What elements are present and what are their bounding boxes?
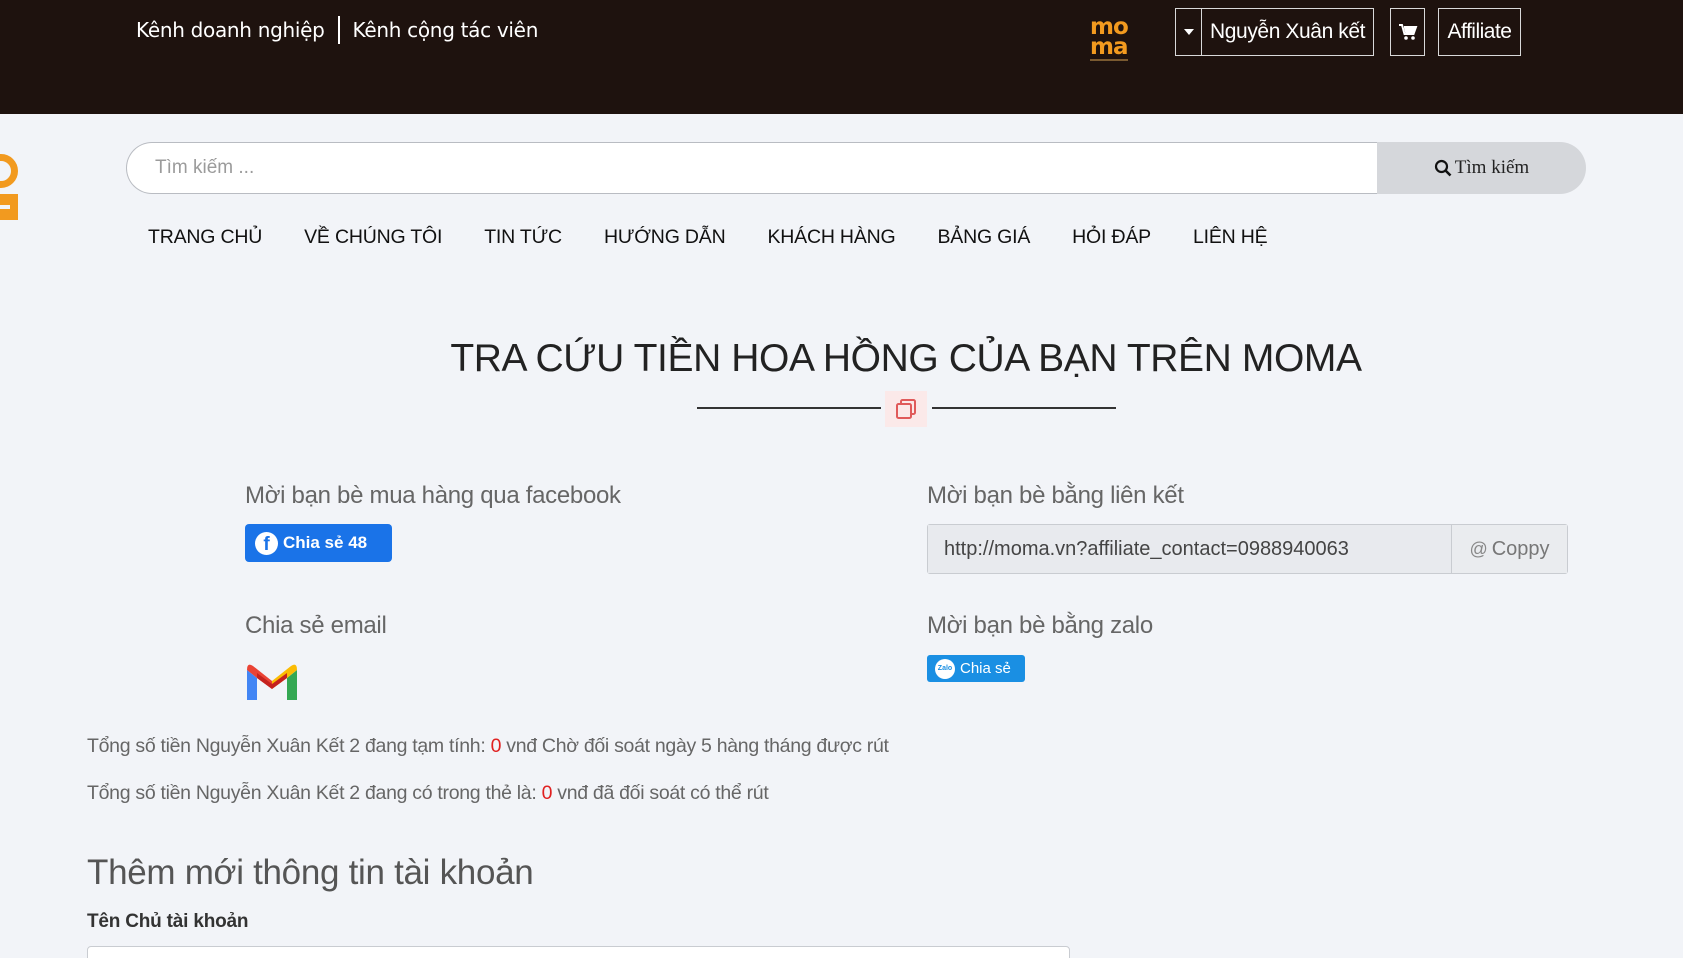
caret-down-icon bbox=[1183, 29, 1194, 35]
facebook-icon: f bbox=[255, 531, 278, 555]
available-amount: 0 bbox=[541, 782, 553, 804]
facebook-invite-label: Mời bạn bè mua hàng qua facebook bbox=[245, 482, 621, 509]
nav-item-customers[interactable]: KHÁCH HÀNG bbox=[767, 225, 895, 249]
nav-item-contact[interactable]: LIÊN HỆ bbox=[1193, 225, 1268, 249]
nav-item-home[interactable]: TRANG CHỦ bbox=[148, 225, 262, 249]
account-owner-label: Tên Chủ tài khoản bbox=[87, 911, 249, 932]
channel-links: Kênh doanh nghiệp Kênh cộng tác viên bbox=[136, 16, 538, 44]
nav-item-faq[interactable]: HỎI ĐÁP bbox=[1072, 225, 1151, 249]
zalo-icon: Zalo bbox=[935, 658, 955, 679]
page-title: TRA CỨU TIỀN HOA HỒNG CỦA BẠN TRÊN MOMA bbox=[450, 337, 1362, 380]
collaborator-channel-link[interactable]: Kênh cộng tác viên bbox=[353, 18, 539, 42]
main-nav: TRANG CHỦ VỀ CHÚNG TÔI TIN TỨC HƯỚNG DẪN… bbox=[148, 225, 1309, 249]
available-prefix: Tổng số tiền Nguyễn Xuân Kết 2 đang có t… bbox=[87, 782, 537, 804]
zalo-share-label: Chia sẻ bbox=[960, 660, 1011, 677]
title-divider-ornament bbox=[885, 391, 927, 427]
zalo-share-button[interactable]: Zalo Chia sẻ bbox=[927, 655, 1025, 682]
pending-commission-line: Tổng số tiền Nguyễn Xuân Kết 2 đang tạm … bbox=[87, 735, 889, 758]
cart-button[interactable] bbox=[1390, 8, 1425, 56]
user-menu[interactable]: Nguyễn Xuân kết bbox=[1175, 8, 1375, 56]
gmail-share-button[interactable] bbox=[245, 662, 299, 702]
channel-separator bbox=[337, 16, 340, 44]
affiliate-link-group: @ Coppy bbox=[927, 524, 1568, 574]
affiliate-link-field[interactable] bbox=[928, 525, 1452, 573]
pending-suffix: vnđ Chờ đối soát ngày 5 hàng tháng được … bbox=[506, 735, 889, 757]
link-invite-label: Mời bạn bè bằng liên kết bbox=[927, 482, 1184, 509]
top-bar: Kênh doanh nghiệp Kênh cộng tác viên mo … bbox=[0, 0, 1683, 114]
title-divider-right bbox=[932, 407, 1116, 409]
cart-icon bbox=[1398, 24, 1417, 40]
gmail-icon bbox=[247, 664, 297, 700]
search-input[interactable] bbox=[126, 142, 1378, 194]
business-channel-link[interactable]: Kênh doanh nghiệp bbox=[136, 18, 325, 42]
user-name-button[interactable]: Nguyễn Xuân kết bbox=[1202, 9, 1373, 55]
email-share-label: Chia sẻ email bbox=[245, 612, 387, 639]
account-owner-input[interactable] bbox=[87, 946, 1070, 958]
title-divider-left bbox=[697, 407, 881, 409]
available-suffix: vnđ đã đối soát có thể rút bbox=[557, 782, 769, 804]
pending-amount: 0 bbox=[490, 735, 502, 757]
search-bar: Tìm kiếm bbox=[126, 142, 1586, 194]
nav-item-guide[interactable]: HƯỚNG DẪN bbox=[604, 225, 726, 249]
search-button[interactable]: Tìm kiếm bbox=[1377, 142, 1586, 194]
search-icon bbox=[1434, 159, 1452, 177]
zalo-invite-label: Mời bạn bè bằng zalo bbox=[927, 612, 1153, 639]
user-dropdown-toggle[interactable] bbox=[1176, 9, 1202, 55]
logo-text-ma: ma bbox=[1090, 34, 1129, 60]
copy-link-button[interactable]: @ Coppy bbox=[1452, 525, 1567, 573]
affiliate-button[interactable]: Affiliate bbox=[1438, 8, 1521, 56]
search-button-label: Tìm kiếm bbox=[1454, 157, 1530, 178]
facebook-share-button[interactable]: f Chia sẻ 48 bbox=[245, 524, 392, 562]
facebook-share-label: Chia sẻ 48 bbox=[283, 533, 368, 552]
nav-item-pricing[interactable]: BẢNG GIÁ bbox=[937, 225, 1030, 249]
at-icon: @ bbox=[1469, 538, 1488, 559]
available-commission-line: Tổng số tiền Nguyễn Xuân Kết 2 đang có t… bbox=[87, 782, 769, 805]
moma-logo[interactable]: mo ma bbox=[1090, 16, 1134, 61]
logo-bar-shape bbox=[0, 194, 18, 220]
side-logo-fragment bbox=[0, 150, 20, 240]
nav-item-news[interactable]: TIN TỨC bbox=[484, 225, 562, 249]
pending-prefix: Tổng số tiền Nguyễn Xuân Kết 2 đang tạm … bbox=[87, 735, 486, 757]
logo-ring-shape bbox=[0, 154, 18, 188]
nav-item-about[interactable]: VỀ CHÚNG TÔI bbox=[304, 225, 442, 249]
copy-squares-icon bbox=[896, 399, 916, 419]
copy-button-label: Coppy bbox=[1491, 537, 1550, 560]
add-account-title: Thêm mới thông tin tài khoản bbox=[87, 853, 534, 892]
